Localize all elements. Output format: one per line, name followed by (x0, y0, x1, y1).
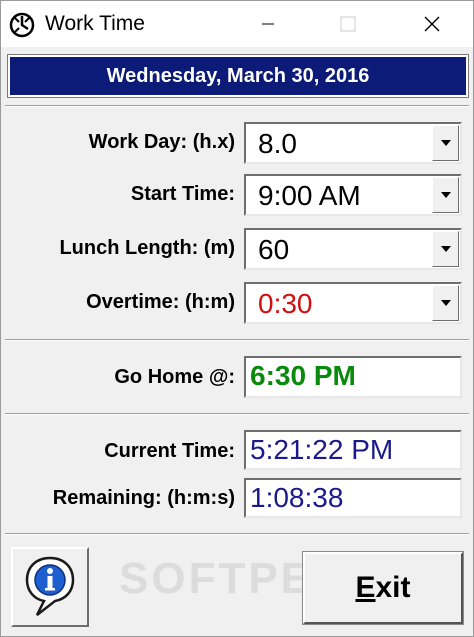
start-time-select[interactable]: 9:00 AM (244, 174, 462, 216)
info-button[interactable] (11, 547, 89, 627)
divider (5, 533, 469, 535)
go-home-label: Go Home @: (114, 366, 235, 388)
start-time-label: Start Time: (130, 183, 235, 205)
divider (5, 339, 469, 341)
overtime-dropdown-button[interactable] (432, 285, 459, 321)
overtime-value: 0:30 (258, 288, 313, 319)
clock-icon (9, 12, 35, 38)
go-home-field: 6:30 PM (244, 356, 462, 398)
divider (5, 105, 469, 107)
current-time-label: Current Time: (104, 440, 235, 462)
work-day-select[interactable]: 8.0 (244, 122, 462, 164)
remaining-field: 1:08:38 (244, 478, 462, 518)
exit-button-accelerator: E (355, 571, 376, 604)
start-time-value: 9:00 AM (258, 180, 361, 211)
chevron-down-icon (440, 300, 451, 306)
work-day-dropdown-button[interactable] (432, 125, 459, 161)
current-time-field: 5:21:22 PM (244, 430, 462, 470)
remaining-value: 1:08:38 (250, 482, 344, 513)
overtime-select[interactable]: 0:30 (244, 282, 462, 324)
lunch-length-label: Lunch Length: (m) (59, 237, 235, 259)
work-day-value: 8.0 (258, 128, 297, 159)
divider (5, 413, 469, 415)
window-title: Work Time (45, 12, 145, 35)
lunch-length-dropdown-button[interactable] (432, 231, 459, 267)
exit-button-label: xit (375, 571, 411, 604)
title-bar[interactable]: Work Time (1, 1, 473, 47)
remaining-label: Remaining: (h:m:s) (52, 487, 235, 509)
exit-button[interactable]: Exit (302, 551, 464, 625)
close-button[interactable] (409, 1, 455, 47)
go-home-value: 6:30 PM (250, 360, 356, 391)
date-banner: Wednesday, March 30, 2016 (8, 55, 468, 97)
maximize-button[interactable] (325, 1, 371, 47)
chevron-down-icon (440, 140, 451, 146)
maximize-icon (340, 16, 356, 32)
close-icon (424, 16, 440, 32)
current-time-value: 5:21:22 PM (250, 434, 394, 465)
work-day-label: Work Day: (h.x) (88, 131, 235, 153)
info-icon (25, 556, 75, 616)
minimize-button[interactable] (245, 1, 291, 47)
app-window: Work Time Wednesday, March 30, 2016 Work… (0, 0, 474, 637)
lunch-length-value: 60 (258, 234, 290, 265)
chevron-down-icon (440, 192, 451, 198)
minimize-icon (262, 23, 274, 25)
overtime-label: Overtime: (h:m) (86, 291, 235, 313)
lunch-length-select[interactable]: 60 (244, 228, 462, 270)
chevron-down-icon (440, 246, 451, 252)
start-time-dropdown-button[interactable] (432, 177, 459, 213)
